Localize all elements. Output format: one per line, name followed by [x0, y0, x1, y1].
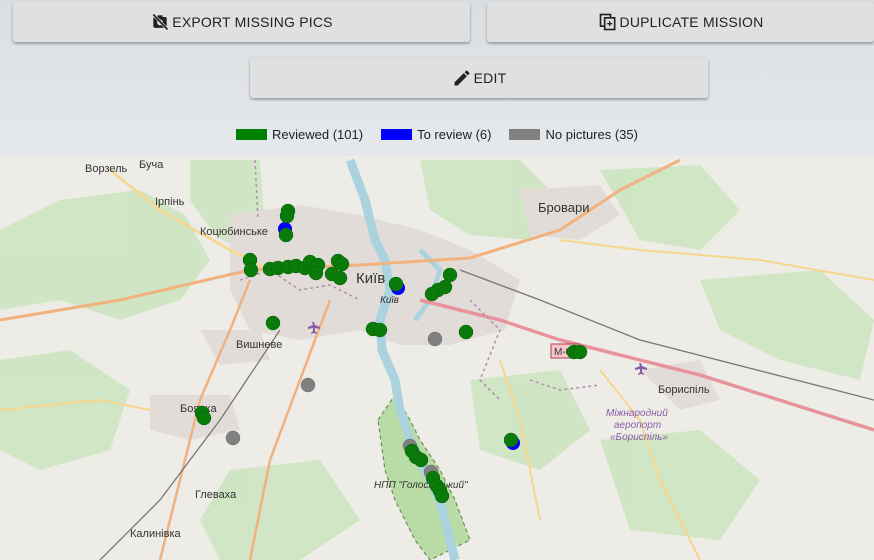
legend-item-to-review[interactable]: To review (6) — [381, 127, 491, 142]
marker-reviewed[interactable] — [334, 256, 350, 272]
map-label-kotsiubynske: Коцюбинське — [200, 226, 268, 238]
marker-reviewed[interactable] — [308, 265, 324, 281]
marker-no-pictures[interactable] — [427, 331, 443, 347]
no-photo-icon — [152, 13, 169, 31]
map-label-vyshneve: Вишневе — [236, 339, 282, 351]
marker-reviewed[interactable] — [413, 452, 429, 468]
map-label-irpin: Ірпінь — [155, 196, 185, 208]
map-label-hlevakha: Глеваха — [195, 489, 237, 501]
map-label-kyiv-sub: Київ — [380, 295, 399, 306]
legend-swatch-no-pictures — [509, 129, 541, 140]
legend-item-no-pictures[interactable]: No pictures (35) — [509, 127, 638, 142]
marker-reviewed[interactable] — [279, 208, 295, 224]
legend-label-no-pictures: No pictures (35) — [545, 127, 638, 142]
legend-swatch-reviewed — [236, 129, 268, 140]
marker-reviewed[interactable] — [332, 270, 348, 286]
export-missing-pics-label: EXPORT MISSING PICS — [172, 14, 333, 30]
map-label-boryspil: Бориспіль — [658, 384, 710, 396]
edit-button[interactable]: EDIT — [250, 58, 708, 98]
map-label-kalynivka: Калинівка — [130, 528, 182, 540]
edit-label: EDIT — [473, 70, 507, 86]
map-canvas[interactable]: Ворзель Буча Ірпінь Коцюбинське Бровари … — [0, 156, 874, 560]
marker-reviewed[interactable] — [372, 322, 388, 338]
legend-label-reviewed: Reviewed (101) — [272, 127, 364, 142]
map-legend: Reviewed (101) To review (6) No pictures… — [0, 127, 874, 142]
copy-icon — [599, 13, 616, 31]
legend-swatch-to-review — [381, 129, 413, 140]
marker-reviewed[interactable] — [196, 410, 212, 426]
duplicate-mission-button[interactable]: DUPLICATE MISSION — [487, 2, 874, 42]
marker-reviewed[interactable] — [434, 488, 450, 504]
legend-item-reviewed[interactable]: Reviewed (101) — [236, 127, 363, 142]
export-missing-pics-button[interactable]: EXPORT MISSING PICS — [13, 2, 470, 42]
mission-map[interactable]: Ворзель Буча Ірпінь Коцюбинське Бровари … — [0, 156, 874, 560]
map-label-brovary: Бровари — [538, 200, 589, 215]
map-label-bucha: Буча — [139, 159, 164, 171]
legend-label-to-review: To review (6) — [417, 127, 492, 142]
pencil-icon — [454, 70, 470, 86]
map-label-airport-3: «Бориспіль» — [610, 432, 668, 443]
marker-reviewed[interactable] — [265, 315, 281, 331]
marker-reviewed[interactable] — [458, 324, 474, 340]
marker-reviewed[interactable] — [243, 262, 259, 278]
map-label-airport-1: Міжнародний — [606, 408, 668, 419]
marker-no-pictures[interactable] — [225, 430, 241, 446]
marker-reviewed[interactable] — [278, 227, 294, 243]
marker-reviewed[interactable] — [388, 276, 404, 292]
marker-no-pictures[interactable] — [300, 377, 316, 393]
map-label-airport-2: аеропорт — [614, 420, 661, 431]
marker-reviewed[interactable] — [572, 344, 588, 360]
duplicate-mission-label: DUPLICATE MISSION — [619, 14, 764, 30]
marker-reviewed[interactable] — [424, 286, 440, 302]
map-label-park: НПП "Голосіївський" — [374, 480, 468, 491]
map-label-kyiv: Київ — [356, 270, 385, 287]
marker-reviewed[interactable] — [503, 432, 519, 448]
map-label-vorzel: Ворзель — [85, 163, 128, 175]
